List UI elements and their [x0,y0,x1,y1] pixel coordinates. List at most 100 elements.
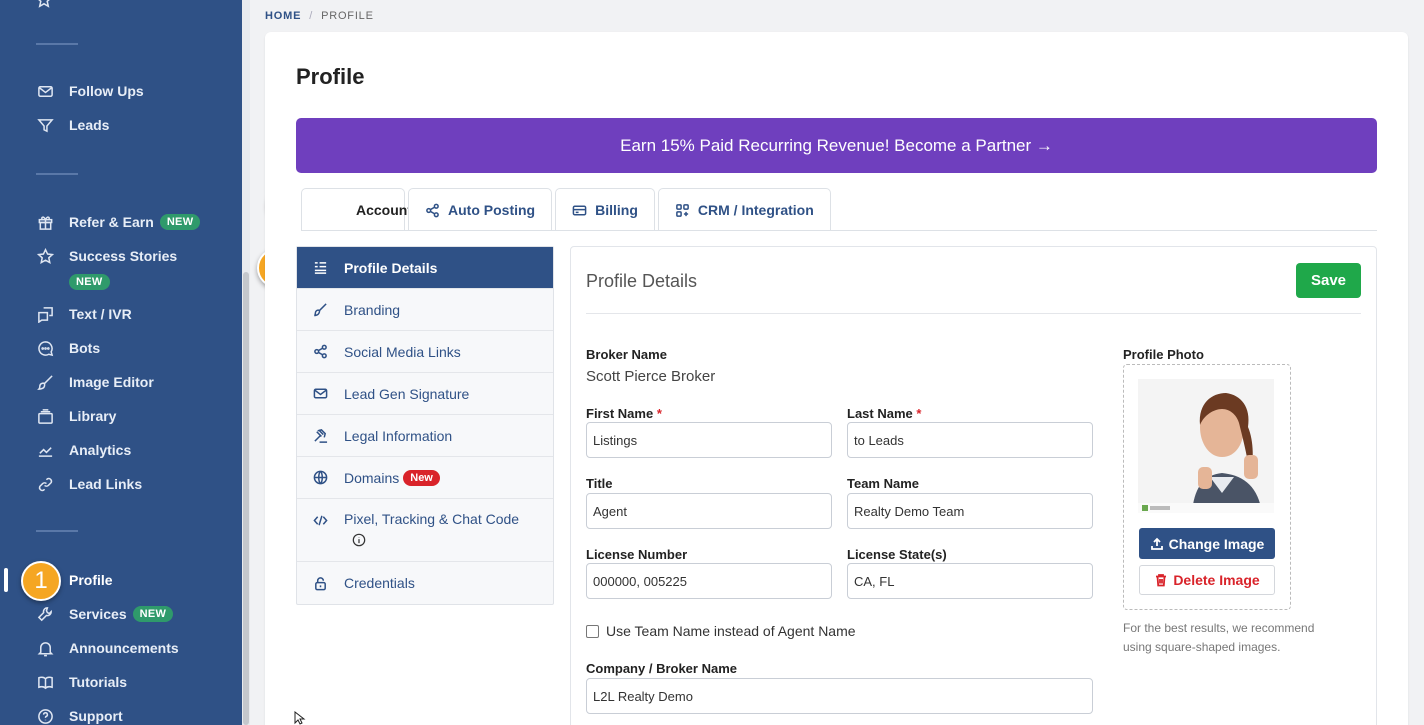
subnav-label: Branding [344,301,401,318]
sidebar-item-label: Tutorials [69,674,128,690]
button-label: Change Image [1168,535,1265,552]
breadcrumb: HOME / PROFILE [265,10,374,22]
subnav-profile-details[interactable]: Profile Details [297,247,553,289]
step-marker-1: 1 [21,561,61,601]
sidebar-item-label: Success Stories [69,248,178,264]
license-state-field[interactable]: CA, FL [847,563,1093,599]
partner-promo-banner[interactable]: Earn 15% Paid Recurring Revenue! Become … [296,118,1377,173]
license-state-label: License State(s) [847,547,947,562]
sidebar-item-refer-earn[interactable]: Refer & Earn NEW [36,211,201,233]
team-name-label: Team Name [847,476,920,491]
team-name-field[interactable]: Realty Demo Team [847,493,1093,529]
subnav-label: Credentials [344,575,415,591]
breadcrumb-current: PROFILE [321,10,374,22]
subnav-label: Pixel, Tracking & Chat Code [344,511,520,527]
breadcrumb-home[interactable]: HOME [265,10,301,22]
tab-label: CRM / Integration [697,202,814,218]
mouse-cursor-icon [294,711,306,725]
lock-icon [315,576,326,590]
profile-photo-box: Change Image Delete Image [1123,364,1291,610]
first-name-label: First Name * [586,406,662,421]
trash-icon [1156,574,1167,587]
sidebar-divider [36,530,78,532]
new-badge: NEW [132,606,174,622]
company-field[interactable]: L2L Realty Demo [586,678,1093,714]
sidebar-item-services[interactable]: Services NEW [36,603,174,625]
use-team-name-checkbox[interactable] [586,624,599,638]
subnav-pixel-tracking-chat-code[interactable]: Pixel, Tracking & Chat Code [297,499,553,562]
last-name-field[interactable]: to Leads [847,422,1093,458]
subnav-social-media-links[interactable]: Social Media Links [297,331,553,373]
required-mark: * [656,406,662,421]
active-indicator [4,568,8,592]
title-field[interactable]: Agent [586,493,832,529]
last-name-label: Last Name * [847,406,921,421]
tab-billing[interactable]: Billing [555,188,655,231]
sidebar-item-label: Support [69,708,123,724]
info-icon[interactable] [352,533,366,547]
label-text: Last Name [847,406,913,421]
sidebar-item-leads[interactable]: Leads [36,114,109,136]
tab-label: Account [356,202,412,218]
main-card: Profile Earn 15% Paid Recurring Revenue!… [265,32,1408,725]
folder-icon [36,407,54,425]
subnav-legal-information[interactable]: Legal Information [297,415,553,457]
sidebar-item-library[interactable]: Library [36,405,116,427]
save-button[interactable]: Save [1296,263,1361,298]
sidebar-item-label: Image Editor [69,374,154,390]
use-team-name-option[interactable]: Use Team Name instead of Agent Name [586,623,856,639]
subnav-lead-gen-signature[interactable]: Lead Gen Signature [297,373,553,415]
checkbox-label: Use Team Name instead of Agent Name [606,623,856,639]
brush-icon [313,303,327,317]
tab-account[interactable]: Account [301,188,412,231]
tab-crm-integration[interactable]: CRM / Integration [657,188,831,231]
button-label: Delete Image [1173,572,1260,588]
broker-name-label: Broker Name [586,347,667,362]
sidebar-item-label: Lead Links [69,476,143,492]
sidebar-item-label: Bots [69,340,101,356]
sidebar-item-lead-links[interactable]: Lead Links [36,473,142,495]
sidebar-scrollbar[interactable] [242,0,250,725]
subnav-label: Profile Details [344,259,438,276]
code-icon [313,515,328,526]
subnav-label: Lead Gen Signature [344,385,470,402]
subnav-branding[interactable]: Branding [297,289,553,331]
bell-icon [36,639,54,657]
sidebar-item-label: Leads [69,117,110,133]
sidebar-divider [36,173,78,175]
credit-card-icon [572,205,587,215]
sidebar-item-analytics[interactable]: Analytics [36,439,131,461]
sidebar-item-text-ivr[interactable]: Text / IVR [36,303,132,325]
gavel-icon [314,429,328,443]
chat-bubble-icon [36,339,54,357]
subnav-domains[interactable]: Domains New [297,457,553,499]
sidebar-item-tutorials[interactable]: Tutorials [36,671,127,693]
label-text: First Name [586,406,654,421]
sidebar-item-announcements[interactable]: Announcements [36,637,179,659]
account-tabs: Account Auto Posting Billing CRM / Integ… [301,188,831,231]
sidebar-item-support[interactable]: Support [36,705,123,725]
new-badge: New [403,469,440,486]
delete-image-button[interactable]: Delete Image [1139,565,1275,595]
field-value: L2L Realty Demo [593,688,693,704]
tab-auto-posting[interactable]: Auto Posting [408,188,553,231]
star-icon[interactable] [36,0,52,8]
subnav-credentials[interactable]: Credentials [297,562,553,604]
link-icon [36,475,54,493]
filter-icon [36,116,54,134]
sidebar-item-follow-ups[interactable]: Follow Ups [36,80,144,102]
sidebar-item-success-stories[interactable]: Success Stories [36,245,177,267]
grid-icon [676,203,689,217]
sidebar-item-label: Analytics [69,442,132,458]
license-number-field[interactable]: 000000, 005225 [586,563,832,599]
field-value: 000000, 005225 [593,573,687,589]
scrollbar-thumb[interactable] [243,272,249,725]
sidebar-item-label: Refer & Earn [69,214,154,230]
brush-icon [36,373,54,391]
change-image-button[interactable]: Change Image [1139,528,1275,559]
first-name-field[interactable]: Listings [586,422,832,458]
sidebar-item-image-editor[interactable]: Image Editor [36,371,154,393]
tab-divider [301,230,1377,231]
sidebar-item-bots[interactable]: Bots [36,337,100,359]
star-icon [36,247,54,265]
